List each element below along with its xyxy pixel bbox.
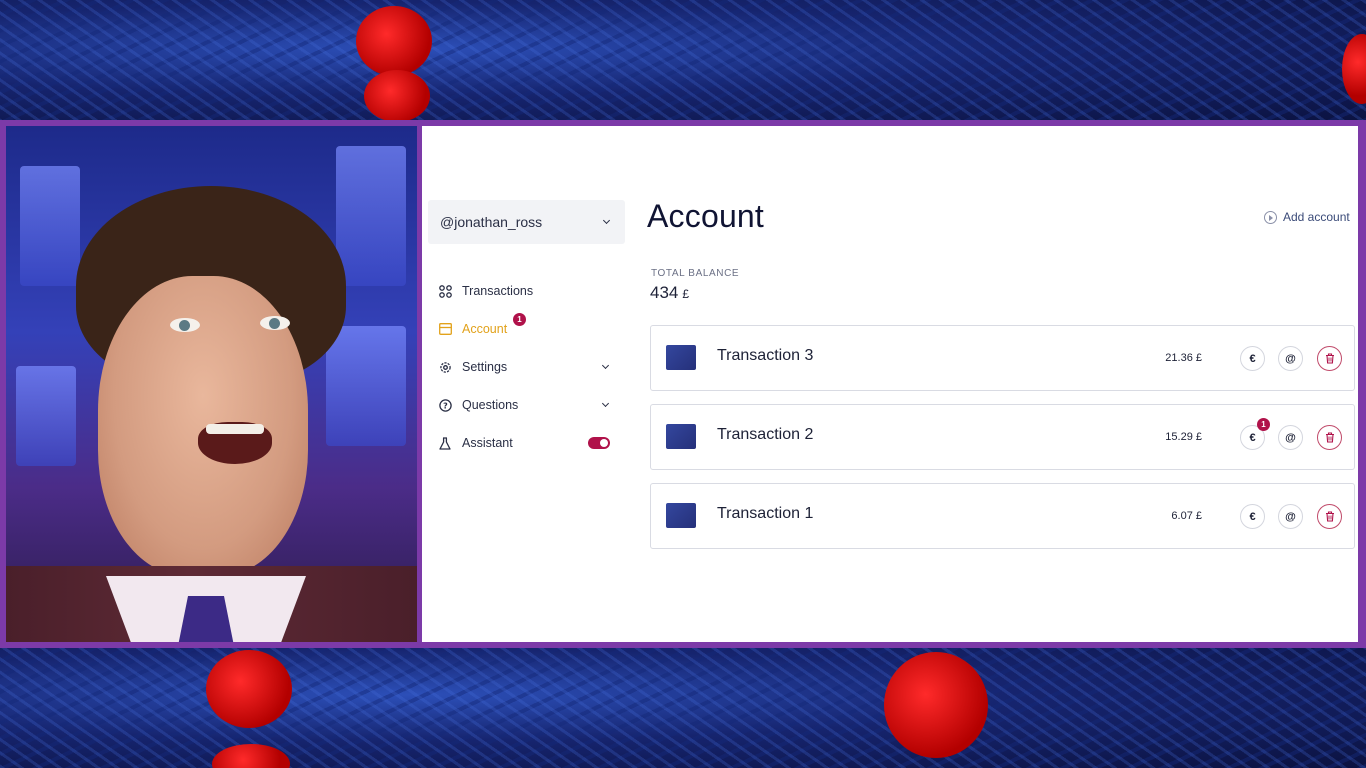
- sidebar-item-label: Questions: [462, 398, 519, 412]
- transaction-name: Transaction 2: [717, 426, 814, 443]
- play-circle-icon: [1264, 210, 1277, 224]
- at-sign-icon[interactable]: @: [1278, 504, 1303, 529]
- assistant-toggle[interactable]: [588, 437, 610, 449]
- transaction-amount: 6.07 £: [1171, 510, 1202, 522]
- sidebar-nav: Transactions Account 1 Settings ? Questi…: [438, 272, 610, 462]
- card-icon: [438, 322, 452, 336]
- add-account-label: Add account: [1283, 210, 1350, 224]
- total-balance-value: 434 £: [650, 283, 689, 303]
- background-bottom-band: [0, 646, 1366, 768]
- transaction-card[interactable]: Transaction 2 15.29 £ € 1 @: [650, 404, 1355, 470]
- transaction-thumbnail: [666, 424, 696, 449]
- transaction-card[interactable]: Transaction 1 6.07 £ € @: [650, 483, 1355, 549]
- account-handle: @jonathan_ross: [440, 214, 543, 230]
- transaction-thumbnail: [666, 503, 696, 528]
- sidebar-item-settings[interactable]: Settings: [438, 348, 610, 386]
- grid-icon: [438, 284, 452, 298]
- add-account-button[interactable]: Add account: [1264, 210, 1350, 224]
- euro-icon[interactable]: € 1: [1240, 418, 1270, 450]
- transaction-card[interactable]: Transaction 3 21.36 £ € @: [650, 325, 1355, 391]
- presenter-video: [6, 126, 417, 642]
- sidebar-item-questions[interactable]: ? Questions: [438, 386, 610, 424]
- background-top-band: [0, 0, 1366, 122]
- balance-amount: 434: [650, 283, 679, 302]
- chevron-down-icon: [602, 363, 610, 371]
- sidebar-item-transactions[interactable]: Transactions: [438, 272, 610, 310]
- transaction-name: Transaction 3: [717, 347, 814, 364]
- trash-icon[interactable]: [1317, 425, 1342, 450]
- sidebar-item-label: Account: [462, 322, 508, 336]
- notification-badge: 1: [513, 313, 526, 326]
- sidebar-item-account[interactable]: Account 1: [438, 310, 610, 348]
- page-title: Account: [647, 198, 765, 234]
- trash-icon[interactable]: [1317, 504, 1342, 529]
- sidebar-item-label: Transactions: [462, 284, 534, 298]
- transaction-list: Transaction 3 21.36 £ € @ Transaction 2 …: [650, 325, 1355, 562]
- total-balance-label: TOTAL BALANCE: [651, 268, 740, 279]
- sidebar-item-label: Settings: [462, 360, 508, 374]
- at-sign-icon[interactable]: @: [1278, 346, 1303, 371]
- account-switcher[interactable]: @jonathan_ross: [428, 200, 625, 244]
- transaction-amount: 15.29 £: [1165, 431, 1202, 443]
- sidebar-item-label: Assistant: [462, 436, 513, 450]
- notification-badge: 1: [1257, 418, 1270, 431]
- app-panel: @jonathan_ross Transactions Account 1 Se…: [422, 126, 1358, 642]
- flask-icon: [438, 436, 452, 450]
- transaction-name: Transaction 1: [717, 505, 814, 522]
- euro-icon[interactable]: €: [1240, 346, 1265, 371]
- chevron-down-icon: [602, 401, 610, 409]
- euro-icon[interactable]: €: [1240, 504, 1265, 529]
- gear-icon: [438, 360, 452, 374]
- chevron-down-icon: [603, 218, 611, 226]
- transaction-thumbnail: [666, 345, 696, 370]
- at-sign-icon[interactable]: @: [1278, 425, 1303, 450]
- transaction-amount: 21.36 £: [1165, 352, 1202, 364]
- help-circle-icon: ?: [438, 398, 452, 412]
- balance-currency: £: [682, 287, 690, 301]
- trash-icon[interactable]: [1317, 346, 1342, 371]
- svg-text:?: ?: [443, 401, 448, 410]
- sidebar-item-assistant[interactable]: Assistant: [438, 424, 610, 462]
